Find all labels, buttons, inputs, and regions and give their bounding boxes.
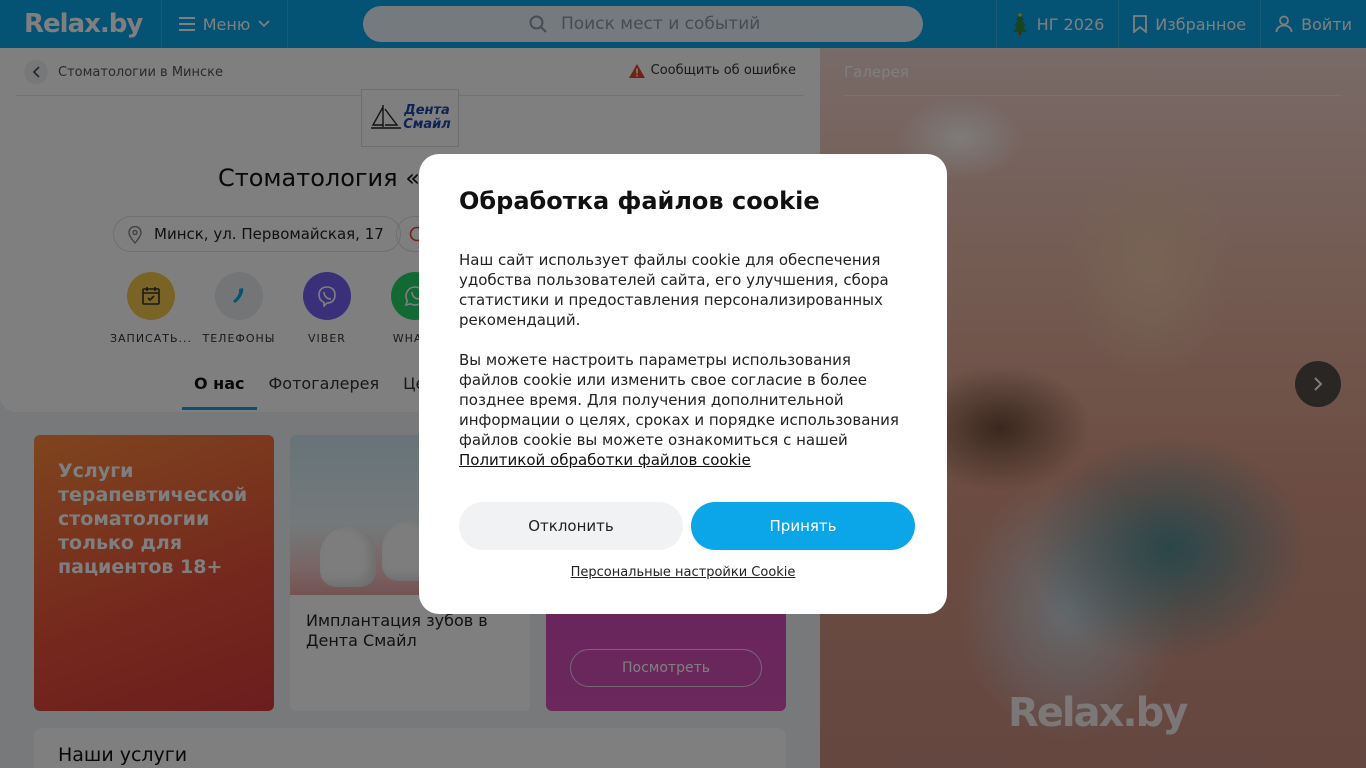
cookie-dialog-title: Обработка файлов cookie <box>459 187 820 215</box>
cookie-settings-link[interactable]: Персональные настройки Cookie <box>419 565 947 580</box>
decline-button[interactable]: Отклонить <box>459 502 683 550</box>
cookie-consent-dialog: Обработка файлов cookie Наш сайт использ… <box>419 154 947 614</box>
cookie-policy-link[interactable]: Политикой обработки файлов cookie <box>459 451 751 469</box>
cookie-dialog-paragraph-1: Наш сайт использует файлы cookie для обе… <box>459 251 889 329</box>
accept-button[interactable]: Принять <box>691 502 915 550</box>
cookie-dialog-paragraph-2: Вы можете настроить параметры использова… <box>459 351 899 469</box>
